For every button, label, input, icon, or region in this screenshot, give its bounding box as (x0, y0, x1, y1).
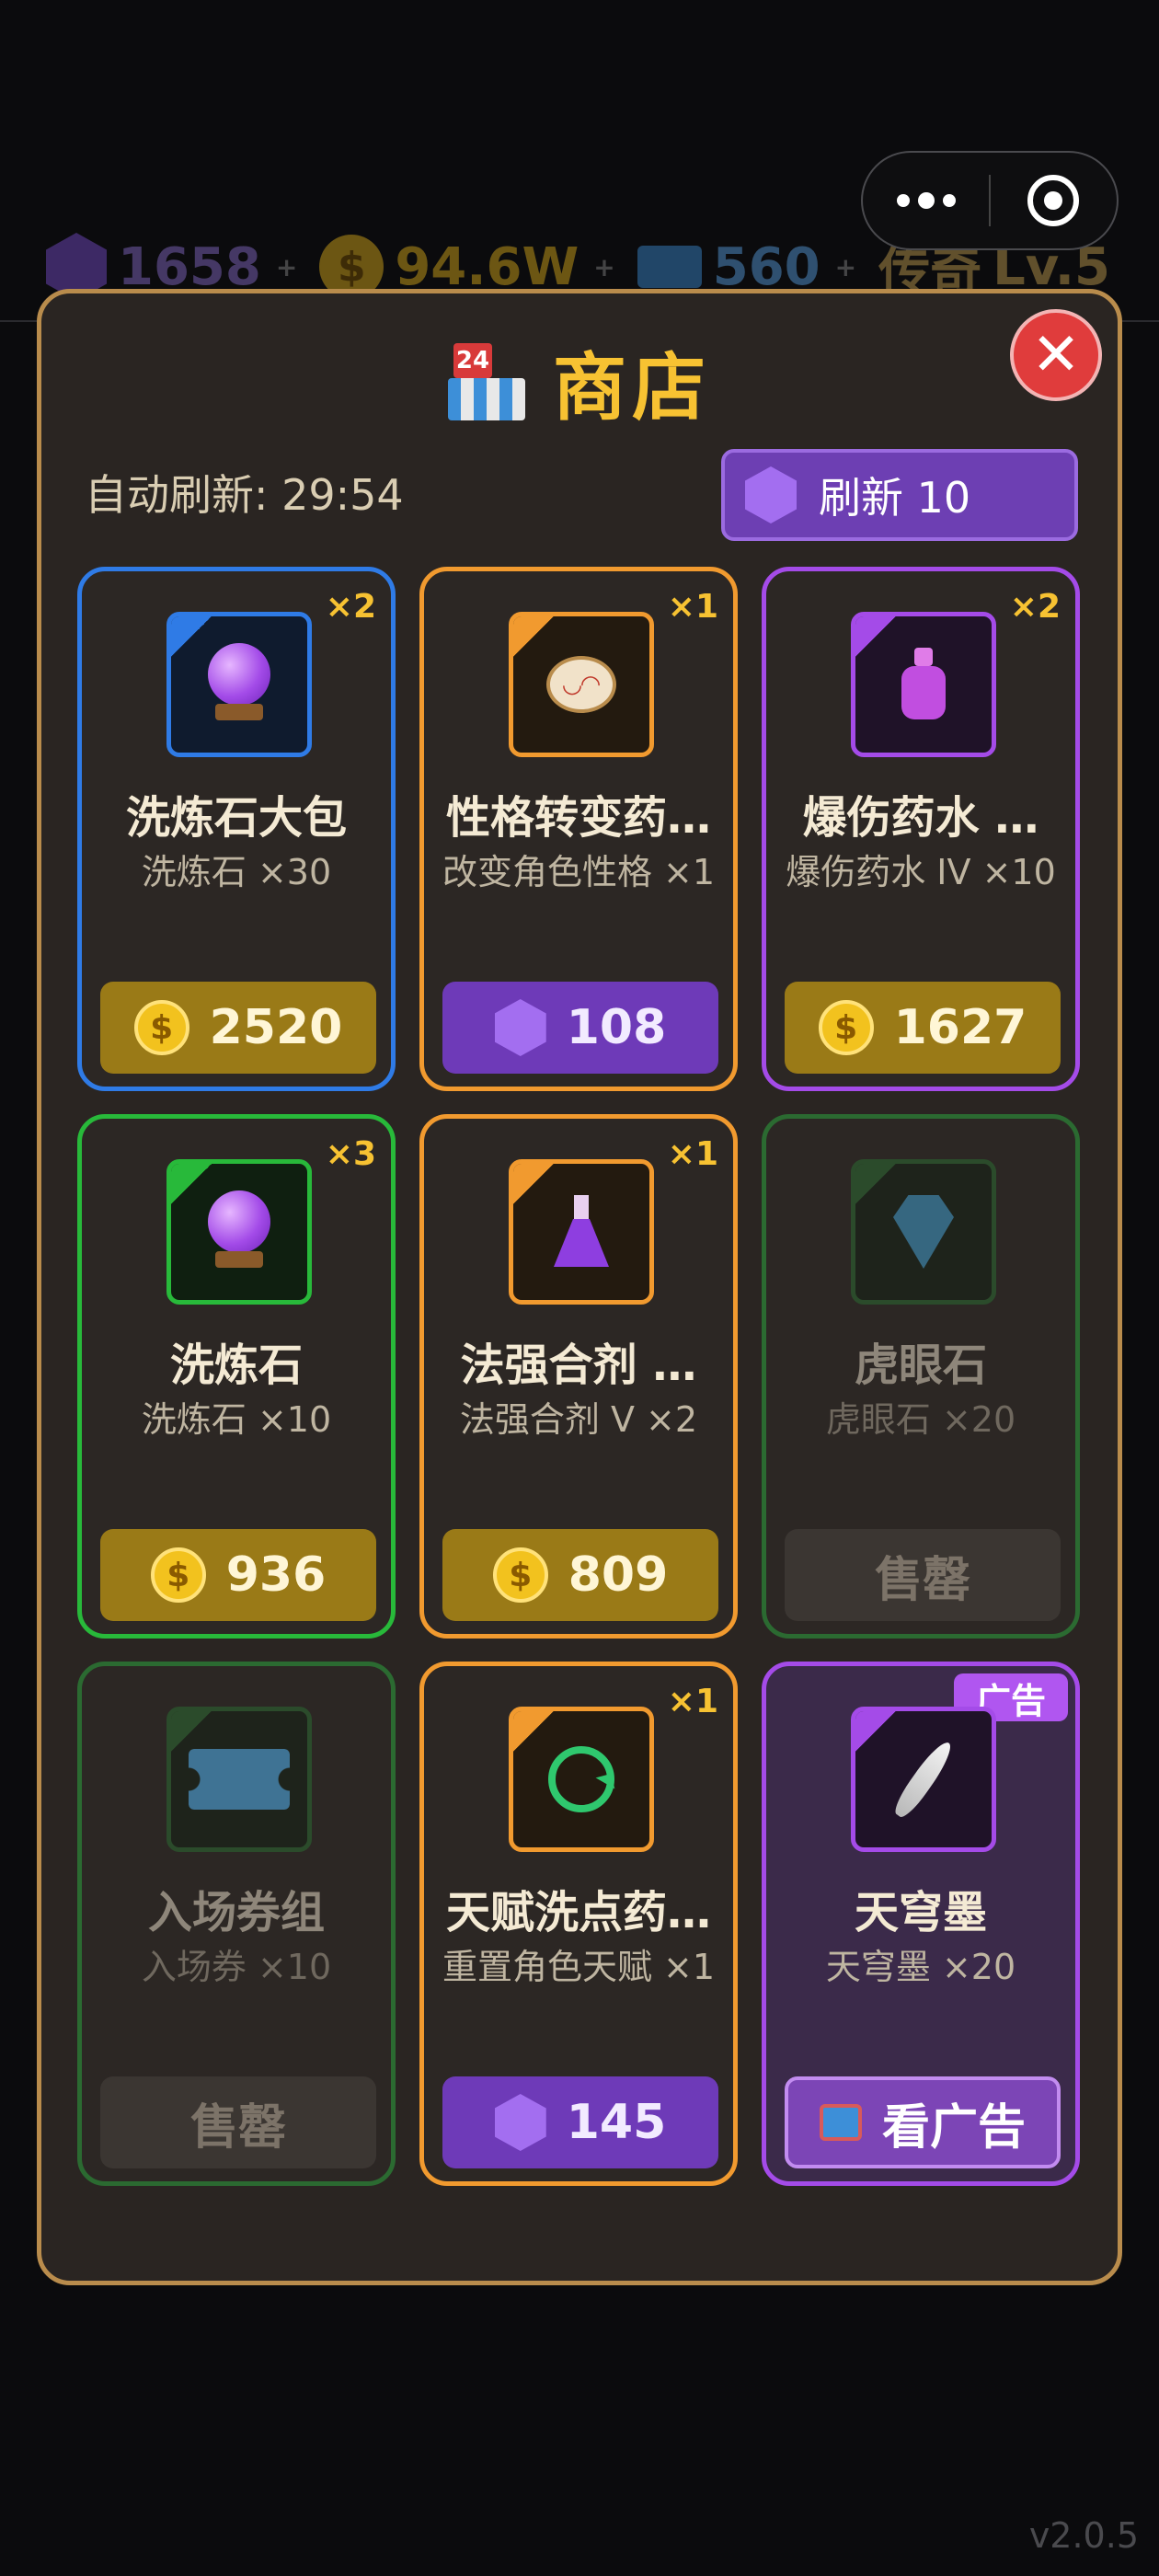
refresh-button[interactable]: 刷新 10 (721, 449, 1078, 541)
item-description: 重置角色天赋 ×1 (442, 1947, 716, 1987)
version-label: v2.0.5 (1028, 2515, 1139, 2556)
price-label: 108 (566, 1000, 667, 1055)
gem-icon (745, 466, 797, 523)
feather-quill-icon (851, 1707, 996, 1852)
target-icon (1027, 175, 1080, 226)
hud-coins-value: 94.6W (395, 236, 580, 297)
potion-bottle-icon (851, 612, 996, 757)
gem-icon (494, 2094, 546, 2151)
item-description: 改变角色性格 ×1 (442, 852, 716, 892)
buy-button[interactable]: $936 (100, 1529, 376, 1621)
tv-icon (819, 2104, 862, 2141)
shop-item-card[interactable]: ×2 洗炼石大包洗炼石 ×30 $2520 (77, 567, 396, 1091)
shop-item-card[interactable]: 虎眼石虎眼石 ×20 售罄 (762, 1114, 1080, 1639)
item-name: 洗炼石 (169, 1340, 303, 1391)
item-quantity: ×3 (325, 1135, 376, 1173)
buy-button[interactable]: $2520 (100, 982, 376, 1074)
shop-item-card[interactable]: ×1 法强合剂 … 法强合剂 V ×2 $809 (419, 1114, 738, 1639)
auto-refresh-timer: 自动刷新: 29:54 (85, 470, 404, 520)
shop-item-card[interactable]: 入场券组入场券 ×10 售罄 (77, 1662, 396, 2186)
personality-pill-icon: ◡◠ (509, 612, 654, 757)
coin-icon: $ (492, 1547, 548, 1603)
reset-cycle-icon (509, 1707, 654, 1852)
item-description: 洗炼石 ×30 (141, 852, 332, 892)
coin-icon: $ (133, 1000, 189, 1055)
watch-ad-button[interactable]: 看广告 (785, 2076, 1061, 2168)
price-label: 936 (225, 1547, 327, 1603)
price-label: 看广告 (881, 2099, 1026, 2156)
shop-title: 24 商店 (0, 331, 1159, 432)
gem-icon (494, 999, 546, 1056)
store-icon-badge: 24 (453, 343, 492, 378)
buy-button[interactable]: 145 (442, 2076, 718, 2168)
buy-button[interactable]: $1627 (785, 982, 1061, 1074)
item-name: 天赋洗点药… (445, 1887, 711, 1938)
shop-item-card[interactable]: ×2 爆伤药水 … 爆伤药水 IV ×10 $1627 (762, 567, 1080, 1091)
crystal-orb-icon (166, 612, 312, 757)
item-quantity: ×1 (667, 1683, 718, 1720)
item-name: 爆伤药水 … (802, 792, 1039, 844)
shop-item-card[interactable]: 广告 天穹墨 天穹墨 ×20 看广告 (762, 1662, 1080, 2186)
item-quantity: ×2 (325, 588, 376, 626)
item-description: 洗炼石 ×10 (141, 1399, 332, 1440)
item-quantity: ×1 (667, 1135, 718, 1173)
item-description: 虎眼石 ×20 (825, 1399, 1016, 1440)
price-label: 1627 (893, 1000, 1027, 1055)
flask-icon (509, 1159, 654, 1305)
shop-title-text: 商店 (553, 345, 711, 431)
shop-item-card[interactable]: ×1 天赋洗点药… 重置角色天赋 ×1 145 (419, 1662, 738, 2186)
item-description: 入场券 ×10 (141, 1947, 332, 1987)
close-miniprogram-button[interactable] (991, 153, 1117, 248)
more-menu-button[interactable] (863, 153, 989, 248)
price-label: 145 (566, 2095, 667, 2150)
hud-tickets: 560 + (637, 237, 856, 297)
ticket-icon (166, 1707, 312, 1852)
coin-icon: $ (150, 1547, 206, 1603)
gem-stone-icon (851, 1159, 996, 1305)
price-label: 售罄 (874, 1552, 970, 1608)
item-name: 入场券组 (147, 1887, 325, 1938)
crystal-orb-icon (166, 1159, 312, 1305)
shop-item-card[interactable]: ×1 ◡◠ 性格转变药… 改变角色性格 ×1 108 (419, 567, 738, 1091)
hud-tickets-value: 560 (712, 236, 820, 297)
coin-icon: $ (818, 1000, 874, 1055)
hud-gems-value: 1658 (118, 236, 261, 297)
item-quantity: ×1 (667, 588, 718, 626)
shop-item-card[interactable]: ×3 洗炼石洗炼石 ×10 $936 (77, 1114, 396, 1639)
miniprogram-capsule (861, 151, 1119, 250)
sold-out-button: 售罄 (785, 1529, 1061, 1621)
price-label: 2520 (209, 1000, 343, 1055)
item-name: 虎眼石 (854, 1340, 987, 1391)
refresh-button-label: 刷新 10 (819, 473, 971, 523)
price-label: 售罄 (189, 2099, 286, 2156)
item-description: 爆伤药水 IV ×10 (786, 852, 1056, 892)
store-icon: 24 (448, 343, 525, 420)
item-name: 天穹墨 (854, 1887, 987, 1938)
sold-out-button: 售罄 (100, 2076, 376, 2168)
item-name: 洗炼石大包 (125, 792, 347, 844)
item-quantity: ×2 (1009, 588, 1061, 626)
buy-button[interactable]: $809 (442, 1529, 718, 1621)
item-name: 性格转变药… (445, 792, 711, 844)
buy-button[interactable]: 108 (442, 982, 718, 1074)
item-name: 法强合剂 … (460, 1340, 697, 1391)
item-description: 天穹墨 ×20 (825, 1947, 1016, 1987)
price-label: 809 (568, 1547, 669, 1603)
ticket-icon (637, 246, 702, 288)
item-description: 法强合剂 V ×2 (459, 1399, 698, 1440)
